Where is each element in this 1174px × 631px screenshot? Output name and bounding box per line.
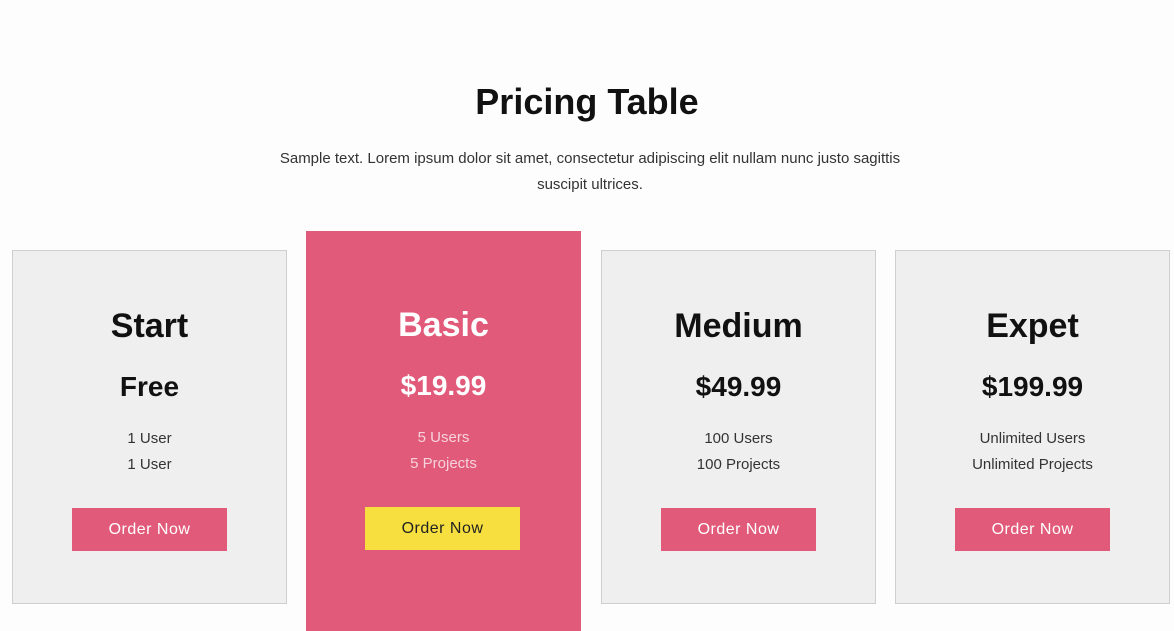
pricing-card-expet: Expet $199.99 Unlimited Users Unlimited … (895, 250, 1170, 604)
plan-feature: 1 User (127, 456, 172, 473)
pricing-card-start: Start Free 1 User 1 User Order Now (12, 250, 287, 604)
plan-name: Medium (674, 307, 803, 345)
plan-price: $19.99 (400, 370, 487, 401)
plan-feature: Unlimited Users (979, 430, 1086, 447)
order-now-button[interactable]: Order Now (955, 508, 1110, 551)
plan-feature: 1 User (127, 430, 172, 447)
order-now-button[interactable]: Order Now (72, 508, 227, 551)
page-title: Pricing Table (475, 81, 699, 122)
order-now-button[interactable]: Order Now (365, 507, 520, 550)
plan-name: Start (110, 307, 189, 345)
pricing-card-medium: Medium $49.99 100 Users 100 Projects Ord… (601, 250, 876, 604)
plan-feature: 100 Projects (696, 456, 781, 473)
order-now-button[interactable]: Order Now (661, 508, 816, 551)
plan-price: $199.99 (981, 371, 1084, 402)
pricing-card-basic: Basic $19.99 5 Users 5 Projects Order No… (306, 231, 581, 631)
plan-price: Free (119, 371, 180, 402)
plan-feature: 100 Users (704, 430, 773, 447)
plan-feature: 5 Projects (410, 455, 477, 472)
plan-feature: Unlimited Projects (972, 456, 1093, 473)
plan-name: Expet (986, 307, 1079, 345)
page-subtitle: Sample text. Lorem ipsum dolor sit amet,… (279, 150, 901, 193)
plan-feature: 5 Users (417, 429, 470, 446)
plan-name: Basic (398, 306, 489, 344)
plan-price: $49.99 (695, 371, 782, 402)
